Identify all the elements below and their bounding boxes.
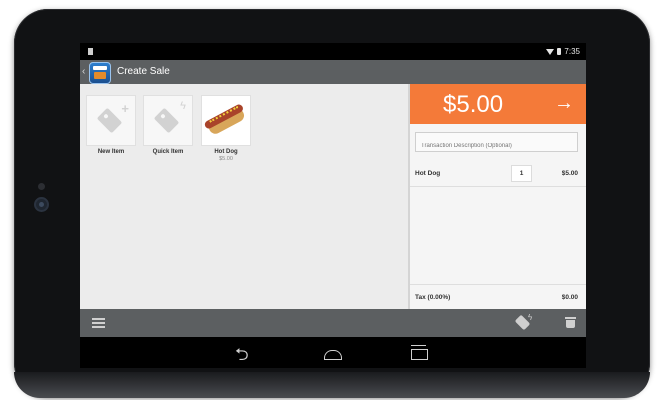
nav-home-icon[interactable] xyxy=(324,350,342,360)
quick-item-tile[interactable]: ϟ Quick Item xyxy=(143,95,193,155)
line-item-name: Hot Dog xyxy=(415,170,441,177)
tile-label: Quick Item xyxy=(152,149,184,155)
tax-label: Tax (0.00%) xyxy=(415,294,451,301)
nav-back-icon[interactable]: ⮌ xyxy=(235,342,249,368)
action-bar: ‹ Create Sale xyxy=(80,60,586,84)
discount-mark-icon: ϟ xyxy=(528,313,533,322)
trash-icon[interactable] xyxy=(565,317,576,328)
transaction-description-input[interactable] xyxy=(415,132,578,152)
tag-icon xyxy=(96,107,123,134)
nav-recents-icon[interactable] xyxy=(411,345,428,360)
status-bar: 7:35 xyxy=(80,43,586,60)
plus-icon: + xyxy=(121,101,129,116)
item-grid: + New Item ϟ Quick Item Hot Dog $5.00 xyxy=(80,84,408,309)
page-title: Create Sale xyxy=(117,66,170,77)
wifi-icon xyxy=(546,48,555,55)
front-camera xyxy=(36,199,47,210)
tablet-sensor xyxy=(38,183,45,190)
battery-icon xyxy=(557,48,562,55)
total-amount: $5.00 xyxy=(443,91,504,118)
device-screen: 7:35 ‹ Create Sale + New Item ϟ Quick It… xyxy=(80,43,586,368)
tag-icon xyxy=(153,107,180,134)
tablet-edge xyxy=(14,372,650,398)
cart-panel: $5.00 → Hot Dog 1 $5.00 Tax (0.00%) $0.0… xyxy=(410,84,586,309)
bolt-icon: ϟ xyxy=(180,100,186,112)
tile-label: New Item xyxy=(97,149,125,155)
tax-value: $0.00 xyxy=(561,294,578,301)
quick-item-button[interactable]: ϟ xyxy=(143,95,193,146)
new-item-tile[interactable]: + New Item xyxy=(86,95,136,155)
up-caret-icon[interactable]: ‹ xyxy=(82,66,85,77)
status-time: 7:35 xyxy=(564,47,580,56)
new-item-button[interactable]: + xyxy=(86,95,136,146)
app-logo-icon[interactable] xyxy=(89,62,111,84)
status-right: 7:35 xyxy=(546,47,580,56)
hot-dog-button[interactable] xyxy=(201,95,251,146)
bottom-action-bar: ϟ xyxy=(80,309,586,337)
menu-icon[interactable] xyxy=(92,318,105,328)
tax-divider xyxy=(410,284,586,285)
row-divider xyxy=(410,186,586,187)
main-content: + New Item ϟ Quick Item Hot Dog $5.00 $5… xyxy=(80,84,586,309)
tile-price: $5.00 xyxy=(219,156,233,162)
charge-button[interactable]: $5.00 → xyxy=(410,84,586,124)
quantity-field[interactable]: 1 xyxy=(511,165,532,182)
hot-dog-image xyxy=(203,100,249,142)
tile-label: Hot Dog xyxy=(214,149,238,155)
hot-dog-tile[interactable]: Hot Dog $5.00 xyxy=(201,95,251,162)
arrow-right-icon: → xyxy=(554,92,574,114)
notification-icon xyxy=(88,48,93,55)
cart-line-item[interactable]: Hot Dog 1 $5.00 xyxy=(410,162,586,184)
system-nav-bar: ⮌ xyxy=(80,337,586,368)
line-item-price: $5.00 xyxy=(561,170,578,177)
